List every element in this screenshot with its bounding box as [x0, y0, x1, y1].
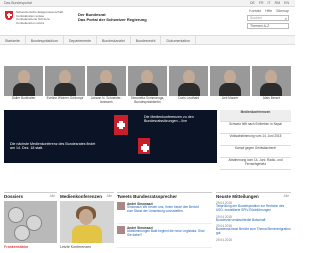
confederation-names: Schweizerische Eidgenossenschaft Confédé…	[16, 10, 64, 25]
site-title-sub: Das Portal der Schweizer Regierung	[78, 17, 147, 22]
portrait-card[interactable]: Ueli Maurer	[210, 66, 250, 108]
teaser-item[interactable]: Volksabstimmung vom 14. Juni 2015	[220, 134, 291, 146]
site-title[interactable]: Der Bundesrat Das Portal der Schweizer R…	[78, 12, 147, 22]
news-item[interactable]: 29.04.2015 Bundesrat verabschiedet Botsc…	[216, 214, 291, 224]
news-title-link[interactable]: Teilprüfung der Bundesposition zur Revis…	[216, 204, 291, 213]
coin-image	[14, 225, 30, 241]
site-header: Schweizerische Eidgenossenschaft Confédé…	[0, 7, 295, 35]
media-all-link[interactable]: Alle	[107, 194, 112, 198]
tweet-text[interactable]: #Abstimmungen Bald beginnt die neue Legi…	[127, 229, 205, 238]
portrait-name: Eveline Widmer-Schlumpf	[46, 96, 84, 100]
language-switcher: DE FR IT RM EN	[250, 1, 289, 5]
nav-item-federal-law[interactable]: Bundesrecht	[131, 36, 162, 44]
top-bar: Das Bundesportal DE FR IT RM EN	[0, 0, 295, 7]
portrait-name: Didier Burkhalter	[11, 96, 36, 100]
hero-caption: Die nächste Medienkonferenz des Bundesra…	[10, 142, 96, 151]
portrait-card[interactable]: Doris Leuthard	[169, 66, 209, 108]
portrait-card[interactable]: Eveline Widmer-Schlumpf	[45, 66, 85, 108]
topics-select[interactable]: Themen A-Z	[247, 23, 289, 29]
federal-portal-link[interactable]: Das Bundesportal	[4, 1, 32, 5]
teaser-item[interactable]: Medienkonferenzen	[220, 110, 291, 122]
tweet-text[interactable]: Simonazzi Wir freuen uns, Ihnen heute de…	[127, 205, 205, 214]
lang-fr[interactable]: FR	[259, 1, 264, 5]
lang-it[interactable]: IT	[268, 1, 271, 5]
media-conference-link[interactable]: Letzte Konferenzen	[60, 245, 91, 249]
contact-link[interactable]: Kontakt	[249, 9, 261, 13]
portrait-card[interactable]: Alain Berset	[251, 66, 291, 108]
hero-headline[interactable]: Die Medienkonferenzen zu den Bundesratss…	[144, 115, 214, 124]
main-navigation: Startseite Bundespräsidium Departemente …	[0, 35, 295, 45]
swiss-crest-icon[interactable]	[5, 11, 13, 20]
news-title-link[interactable]: Bundesrat fasst Bericht zum Thema Binnen…	[216, 228, 291, 236]
news-date: 29.04.2015	[216, 237, 232, 242]
tweet-item[interactable]: André Simonazzi Simonazzi Wir freuen uns…	[117, 200, 212, 224]
portrait-name: Simonetta Sommaruga, Bundespräsidentin	[130, 96, 165, 104]
teaser-list: Medienkonferenzen Schweiz hilft nach Erd…	[220, 110, 291, 189]
header-links: Kontakt Hilfe Sitemap	[249, 9, 289, 13]
portrait-name: Ueli Maurer	[221, 96, 239, 100]
lang-rm[interactable]: RM	[275, 1, 280, 5]
lang-en[interactable]: EN	[284, 1, 289, 5]
portrait-photo	[4, 66, 44, 96]
search-placeholder: Suchen	[250, 16, 262, 20]
avatar	[117, 202, 125, 210]
help-link[interactable]: Hilfe	[265, 9, 272, 13]
tweet-item[interactable]: André Simonazzi #Abstimmungen Bald begin…	[117, 224, 212, 248]
nav-item-chancellery[interactable]: Bundeskanzlei	[97, 36, 131, 44]
portrait-card[interactable]: Johann N. Schneider-Ammann	[86, 66, 126, 108]
portrait-photo	[86, 66, 126, 96]
news-title: Neuste Mitteilungen	[216, 194, 259, 199]
portrait-photo	[210, 66, 250, 96]
media-conferences-section: Medienkonferenzen Alle Letzte Konferenze…	[60, 192, 114, 253]
search-input[interactable]: Suchen ⌕	[247, 15, 289, 21]
portrait-card[interactable]: Simonetta Sommaruga, Bundespräsidentin	[127, 66, 168, 108]
lang-de[interactable]: DE	[250, 1, 255, 5]
news-item[interactable]: 29.04.2015	[216, 237, 291, 243]
swiss-flag-icon	[114, 115, 128, 135]
topics-select-value: Themen A-Z	[250, 24, 270, 28]
dossiers-all-link[interactable]: Alle	[50, 194, 55, 198]
portrait-photo	[127, 66, 168, 96]
coin-image	[8, 207, 24, 223]
portrait-photo	[251, 66, 291, 96]
nav-item-presidency[interactable]: Bundespräsidium	[26, 36, 64, 44]
portrait-name: Alain Berset	[262, 96, 280, 100]
dossier-link[interactable]: Frankenstärke	[4, 245, 28, 249]
swiss-flag-icon	[138, 138, 150, 154]
avatar	[117, 226, 125, 234]
dossiers-section: Dossiers Alle Frankenstärke	[4, 192, 57, 253]
news-item[interactable]: 29.04.2015 Teilprüfung der Bundespositio…	[216, 200, 291, 214]
tweets-section: Tweets Bundesratssprecher André Simonazz…	[117, 192, 212, 253]
news-item[interactable]: 29.04.2015 Bundesrat fasst Bericht zum T…	[216, 223, 291, 237]
portrait-name: Doris Leuthard	[178, 96, 200, 100]
teaser-item[interactable]: Schweiz hilft nach Erdbeben in Nepal	[220, 122, 291, 134]
portrait-name: Johann N. Schneider-Ammann	[90, 96, 122, 104]
dossier-image[interactable]	[4, 201, 57, 243]
news-all-link[interactable]: Alle	[284, 194, 289, 198]
portrait-card[interactable]: Didier Burkhalter	[4, 66, 44, 108]
news-title-link[interactable]: Bundesrat verabschiedet Botschaft	[216, 218, 291, 223]
hero-banner[interactable]: Die Medienkonferenzen zu den Bundesratss…	[4, 110, 217, 163]
media-conference-photo[interactable]	[60, 201, 114, 243]
federal-council-portraits: Didier Burkhalter Eveline Widmer-Schlump…	[4, 66, 291, 108]
teaser-item[interactable]: Kampf gegen Geldwäscherei	[220, 146, 291, 158]
nav-item-home[interactable]: Startseite	[0, 36, 26, 44]
teaser-item[interactable]: Abstimmung vom 14. Juni: Radio- und Fern…	[220, 158, 291, 170]
sitemap-link[interactable]: Sitemap	[276, 9, 289, 13]
nav-item-documentation[interactable]: Dokumentation	[161, 36, 196, 44]
tweets-title: Tweets Bundesratssprecher	[117, 194, 177, 199]
search-icon[interactable]: ⌕	[285, 16, 287, 21]
nav-item-departments[interactable]: Departemente	[64, 36, 98, 44]
portrait-photo	[169, 66, 209, 96]
portrait-photo	[45, 66, 85, 96]
news-section: Neuste Mitteilungen Alle 29.04.2015 Teil…	[216, 192, 291, 253]
